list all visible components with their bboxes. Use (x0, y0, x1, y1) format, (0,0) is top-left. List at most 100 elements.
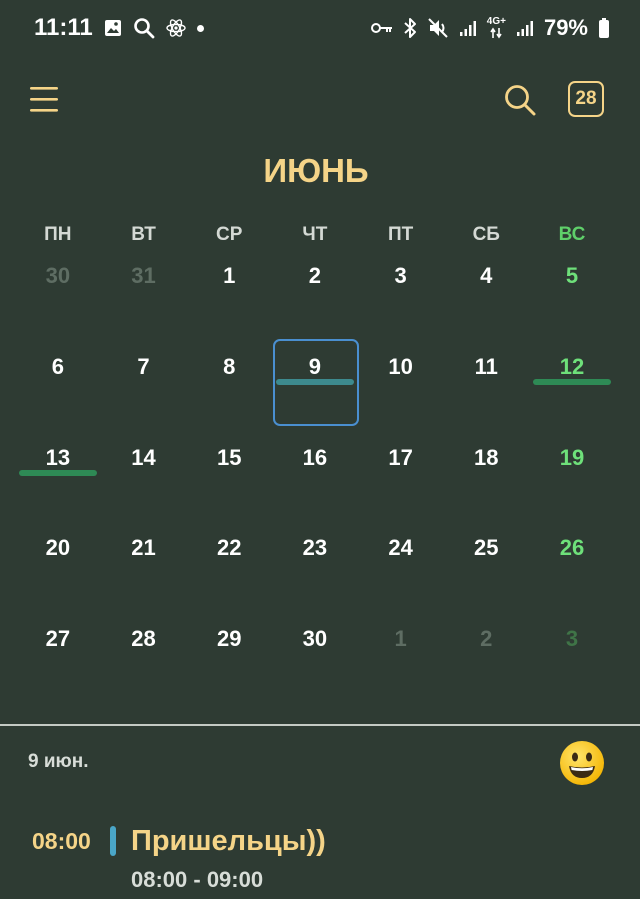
calendar-day[interactable]: 20 (15, 519, 101, 610)
search-button[interactable] (502, 82, 538, 118)
calendar-day[interactable]: 30 (272, 610, 358, 701)
calendar-day[interactable]: 21 (101, 519, 187, 610)
calendar-day[interactable]: 3 (529, 610, 615, 701)
calendar-day[interactable]: 6 (15, 338, 101, 429)
month-title[interactable]: ИЮНЬ (0, 152, 632, 190)
calendar-day[interactable]: 27 (15, 610, 101, 701)
calendar-day[interactable]: 16 (272, 429, 358, 520)
emoji-button[interactable] (559, 740, 605, 786)
day-number: 22 (216, 535, 242, 561)
day-number: 17 (388, 444, 413, 470)
calendar-week-row: 27 28 29 30 1 2 3 (15, 610, 615, 701)
event-indicator (276, 378, 354, 385)
day-number: 12 (559, 353, 585, 379)
calendar-week-row: 30 31 1 2 3 4 5 (15, 247, 615, 338)
calendar-day[interactable]: 24 (358, 519, 444, 610)
day-number: 30 (45, 263, 71, 288)
calendar-day[interactable]: 12 (529, 338, 615, 429)
divider[interactable] (0, 724, 640, 726)
calendar-day[interactable]: 15 (186, 429, 272, 520)
grinning-face-icon (560, 741, 604, 785)
calendar-day[interactable]: 1 (186, 247, 272, 338)
event-color-stripe (110, 826, 116, 856)
status-bar-right: 4G+ 79% (370, 15, 610, 41)
event-indicator (533, 378, 611, 385)
dot-icon (196, 24, 204, 32)
calendar-day[interactable]: 11 (443, 338, 529, 429)
gallery-icon (103, 18, 123, 38)
day-number: 8 (223, 353, 236, 379)
day-number: 16 (302, 444, 328, 470)
calendar-day[interactable]: 7 (101, 338, 187, 429)
day-number: 3 (394, 263, 407, 288)
data-icon: 4G+ (487, 17, 506, 39)
selected-date-label: 9 июн. (28, 751, 89, 772)
day-number: 1 (394, 626, 407, 652)
calendar-day[interactable]: 29 (186, 610, 272, 701)
day-number: 5 (565, 263, 579, 288)
calendar-day[interactable]: 23 (272, 519, 358, 610)
calendar-day[interactable]: 4 (443, 247, 529, 338)
event-start-time: 08:00 (32, 828, 91, 854)
battery-percent: 79% (543, 15, 588, 40)
calendar-day[interactable]: 26 (529, 519, 615, 610)
battery-icon (598, 17, 610, 39)
calendar-day[interactable]: 14 (101, 429, 187, 520)
day-number: 26 (559, 535, 585, 561)
event-title: Пришельцы)) (131, 825, 326, 857)
today-number: 28 (575, 88, 597, 109)
day-number: 28 (131, 626, 156, 652)
menu-button[interactable] (28, 82, 62, 116)
day-number: 31 (131, 263, 156, 288)
calendar-day[interactable]: 2 (443, 610, 529, 701)
today-button[interactable]: 28 (568, 81, 604, 117)
day-number: 18 (474, 444, 499, 470)
status-bar: 11:11 4G+ 79% (0, 0, 640, 56)
day-number: 29 (216, 626, 242, 652)
calendar-day[interactable]: 5 (529, 247, 615, 338)
signal-icon (459, 19, 477, 37)
day-number: 24 (388, 535, 413, 561)
calendar-day[interactable]: 13 (15, 429, 101, 520)
event-item[interactable]: 08:00 Пришельцы)) 08:00 - 09:00 (0, 818, 640, 899)
day-number: 2 (480, 626, 493, 652)
day-number: 19 (559, 444, 585, 470)
search-icon (505, 85, 536, 116)
calendar-day[interactable]: 8 (186, 338, 272, 429)
key-icon (370, 21, 393, 35)
day-number: 11 (474, 353, 498, 379)
mute-icon (427, 17, 449, 39)
calendar-day[interactable]: 10 (358, 338, 444, 429)
calendar-day[interactable]: 1 (358, 610, 444, 701)
calendar-day[interactable]: 25 (443, 519, 529, 610)
day-number: 23 (302, 535, 328, 561)
day-number: 6 (51, 353, 64, 379)
calendar-day-selected[interactable]: 9 (272, 338, 360, 429)
status-time: 11:11 (34, 14, 93, 41)
calendar-day[interactable]: 30 (15, 247, 101, 338)
calendar-week-row: 6 7 8 9 10 11 12 (15, 338, 615, 429)
calendar-day[interactable]: 28 (101, 610, 187, 701)
calendar-day[interactable]: 3 (358, 247, 444, 338)
search-icon (133, 17, 155, 39)
calendar-day[interactable]: 31 (101, 247, 187, 338)
day-number: 2 (308, 263, 322, 288)
react-icon (165, 17, 187, 39)
calendar-day[interactable]: 19 (529, 429, 615, 520)
day-number: 25 (474, 535, 499, 561)
event-indicator (19, 469, 97, 476)
calendar-day[interactable]: 18 (443, 429, 529, 520)
calendar-grid: 30 31 1 2 3 4 5 6 7 8 9 10 11 12 13 14 15 16 17 18 19 20 21 22 2… (15, 247, 615, 701)
calendar-day[interactable]: 2 (272, 247, 358, 338)
calendar-day[interactable]: 22 (186, 519, 272, 610)
calendar-week-row: 13 14 15 16 17 18 19 (15, 429, 615, 520)
day-number: 1 (223, 263, 236, 288)
day-number: 27 (45, 626, 71, 652)
calendar-week-row: 20 21 22 23 24 25 26 (15, 519, 615, 610)
day-number: 9 (308, 353, 322, 379)
network-label: 4G+ (486, 16, 506, 27)
day-number: 15 (216, 444, 242, 470)
day-number: 14 (131, 444, 156, 470)
calendar-day[interactable]: 17 (358, 429, 444, 520)
day-number: 10 (388, 353, 413, 379)
